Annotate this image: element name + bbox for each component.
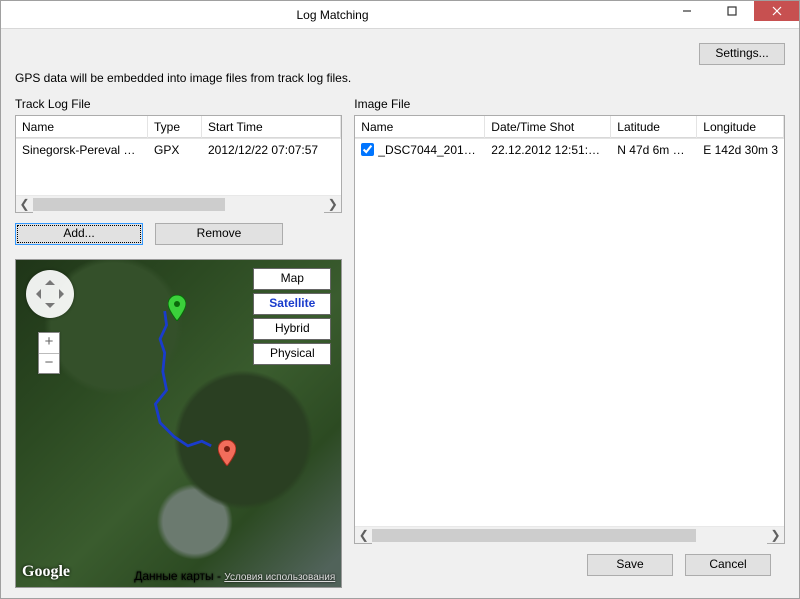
track-log-list[interactable]: Name Type Start Time Sinegorsk-Pereval a… [15, 115, 342, 213]
image-row[interactable]: _DSC7044_201212... 22.12.2012 12:51:18.7… [355, 139, 784, 161]
window-controls [664, 1, 799, 28]
map-type-hybrid[interactable]: Hybrid [253, 318, 331, 340]
track-log-label: Track Log File [15, 97, 342, 111]
add-button[interactable]: Add... [15, 223, 143, 245]
pan-down-icon[interactable] [45, 303, 55, 313]
minimize-button[interactable] [664, 1, 709, 21]
track-start-cell: 2012/12/22 07:07:57 [202, 139, 341, 161]
map-type-selector: Map Satellite Hybrid Physical [253, 268, 331, 365]
titlebar: Log Matching [1, 1, 799, 29]
pan-right-icon[interactable] [59, 289, 69, 299]
pan-up-icon[interactable] [45, 275, 55, 285]
zoom-out-button[interactable]: − [39, 353, 59, 373]
track-row[interactable]: Sinegorsk-Pereval actu... GPX 2012/12/22… [16, 139, 341, 161]
scroll-right-icon[interactable]: ❯ [324, 196, 341, 213]
pan-left-icon[interactable] [31, 289, 41, 299]
zoom-control: + − [38, 332, 60, 374]
image-lon-cell: E 142d 30m 3 [697, 139, 784, 161]
col-name[interactable]: Name [16, 116, 148, 138]
image-file-label: Image File [354, 97, 785, 111]
map-type-satellite[interactable]: Satellite [253, 293, 331, 315]
map-attribution: Данные карты - Условия использования [134, 569, 335, 583]
log-matching-window: Log Matching Settings... GPS data will b… [0, 0, 800, 599]
image-h-scrollbar[interactable]: ❮ ❯ [355, 526, 784, 543]
settings-button[interactable]: Settings... [699, 43, 785, 65]
map-type-physical[interactable]: Physical [253, 343, 331, 365]
track-log-headers: Name Type Start Time [16, 116, 341, 139]
client-area: Settings... GPS data will be embedded in… [1, 29, 799, 598]
google-logo: Google [22, 563, 70, 581]
col-img-date[interactable]: Date/Time Shot [485, 116, 611, 138]
track-name-cell: Sinegorsk-Pereval actu... [16, 139, 148, 161]
end-pin-icon[interactable] [218, 440, 236, 466]
track-type-cell: GPX [148, 139, 202, 161]
scroll-left-icon[interactable]: ❮ [16, 196, 33, 213]
image-lat-cell: N 47d 6m 2.95s [611, 139, 697, 161]
pan-control[interactable] [26, 270, 74, 318]
track-h-scrollbar[interactable]: ❮ ❯ [16, 195, 341, 212]
image-name-cell: _DSC7044_201212... [355, 139, 485, 161]
scroll-right-icon[interactable]: ❯ [767, 527, 784, 544]
image-file-list[interactable]: Name Date/Time Shot Latitude Longitude _… [354, 115, 785, 544]
image-file-headers: Name Date/Time Shot Latitude Longitude [355, 116, 784, 139]
image-row-checkbox[interactable] [361, 143, 374, 156]
start-pin-icon[interactable] [168, 295, 186, 321]
close-button[interactable] [754, 1, 799, 21]
col-type[interactable]: Type [148, 116, 202, 138]
col-img-name[interactable]: Name [355, 116, 485, 138]
col-start[interactable]: Start Time [202, 116, 341, 138]
zoom-in-button[interactable]: + [39, 333, 59, 353]
image-date-cell: 22.12.2012 12:51:18.76 [485, 139, 611, 161]
scroll-left-icon[interactable]: ❮ [355, 527, 372, 544]
map-view[interactable]: + − Map Satellite Hybrid Physical Google… [15, 259, 342, 588]
maximize-button[interactable] [709, 1, 754, 21]
description-text: GPS data will be embedded into image fil… [15, 71, 785, 85]
col-img-lat[interactable]: Latitude [611, 116, 697, 138]
col-img-lon[interactable]: Longitude [697, 116, 784, 138]
map-type-map[interactable]: Map [253, 268, 331, 290]
terms-link[interactable]: Условия использования [224, 572, 335, 583]
window-title: Log Matching [1, 8, 664, 22]
remove-button[interactable]: Remove [155, 223, 283, 245]
cancel-button[interactable]: Cancel [685, 554, 771, 576]
save-button[interactable]: Save [587, 554, 673, 576]
